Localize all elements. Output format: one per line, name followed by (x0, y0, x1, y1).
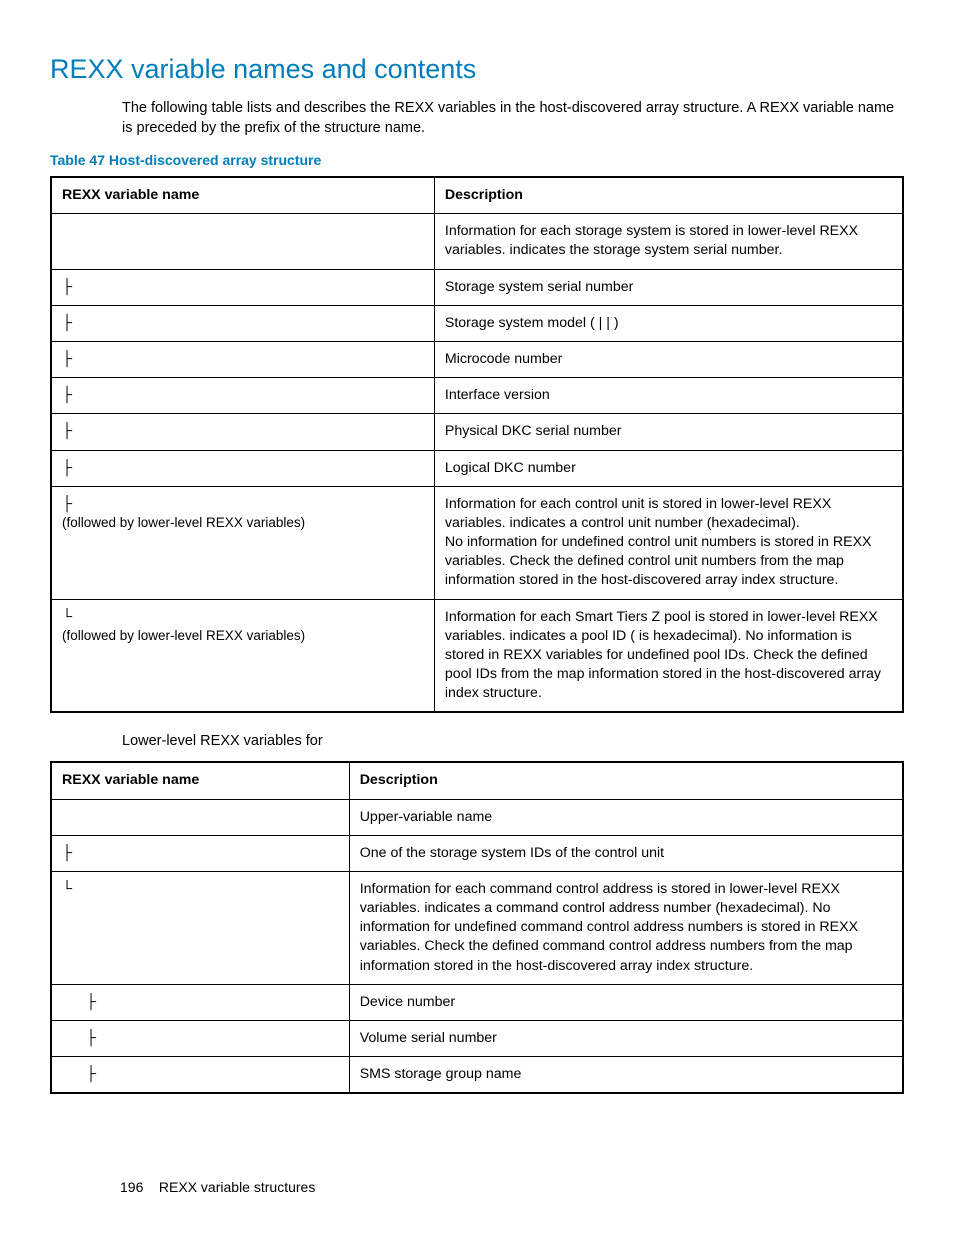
subheading: Lower-level REXX variables for (122, 733, 904, 749)
cell-name: ├ (51, 378, 434, 414)
cell-name: ├ (51, 984, 349, 1020)
cell-name: ├ (51, 835, 349, 871)
cell-name: ├ (51, 1057, 349, 1094)
cell-name (51, 799, 349, 835)
cell-desc: Storage system model ( | | ) (434, 305, 903, 341)
table-row: └Information for each command control ad… (51, 871, 903, 984)
col-header-name: REXX variable name (51, 762, 349, 799)
cell-name: ├ (51, 1020, 349, 1056)
cell-desc: Upper-variable name (349, 799, 903, 835)
cell-desc: Information for each Smart Tiers Z pool … (434, 599, 903, 712)
cell-desc: Volume serial number (349, 1020, 903, 1056)
table-row: ├Physical DKC serial number (51, 414, 903, 450)
col-header-desc: Description (349, 762, 903, 799)
cell-desc: SMS storage group name (349, 1057, 903, 1094)
cell-name: ├ (51, 450, 434, 486)
cell-desc: Storage system serial number (434, 269, 903, 305)
table-caption: Table 47 Host-discovered array structure (50, 152, 904, 168)
table-row: └(followed by lower-level REXX variables… (51, 599, 903, 712)
table-host-discovered: REXX variable name Description Informati… (50, 176, 904, 713)
table-row: ├Interface version (51, 378, 903, 414)
intro-text: The following table lists and describes … (122, 99, 904, 138)
table-row: Upper-variable name (51, 799, 903, 835)
cell-name: ├ (51, 305, 434, 341)
cell-name: └ (51, 871, 349, 984)
table-row: ├One of the storage system IDs of the co… (51, 835, 903, 871)
table-lower-level: REXX variable name Description Upper-var… (50, 761, 904, 1094)
col-header-desc: Description (434, 177, 903, 214)
page-title: REXX variable names and contents (50, 54, 904, 85)
table-row: ├Storage system serial number (51, 269, 903, 305)
page-footer: 196 REXX variable structures (120, 1179, 315, 1195)
cell-name: ├ (51, 269, 434, 305)
cell-desc: Information for each storage system is s… (434, 214, 903, 269)
table-row: ├Logical DKC number (51, 450, 903, 486)
cell-name (51, 214, 434, 269)
cell-name: ├ (51, 341, 434, 377)
cell-name: ├ (51, 414, 434, 450)
cell-desc: One of the storage system IDs of the con… (349, 835, 903, 871)
table-row: ├Storage system model ( | | ) (51, 305, 903, 341)
cell-desc: Information for each command control add… (349, 871, 903, 984)
table-row: ├(followed by lower-level REXX variables… (51, 486, 903, 599)
cell-desc: Information for each control unit is sto… (434, 486, 903, 599)
table-row: ├Microcode number (51, 341, 903, 377)
col-header-name: REXX variable name (51, 177, 434, 214)
cell-desc: Microcode number (434, 341, 903, 377)
cell-desc: Logical DKC number (434, 450, 903, 486)
table-row: ├Volume serial number (51, 1020, 903, 1056)
table-row: ├Device number (51, 984, 903, 1020)
table-row: ├SMS storage group name (51, 1057, 903, 1094)
page-number: 196 (120, 1179, 143, 1195)
cell-desc: Device number (349, 984, 903, 1020)
cell-desc: Physical DKC serial number (434, 414, 903, 450)
cell-desc: Interface version (434, 378, 903, 414)
footer-title: REXX variable structures (159, 1179, 315, 1195)
table-row: Information for each storage system is s… (51, 214, 903, 269)
cell-name: ├(followed by lower-level REXX variables… (51, 486, 434, 599)
cell-name: └(followed by lower-level REXX variables… (51, 599, 434, 712)
